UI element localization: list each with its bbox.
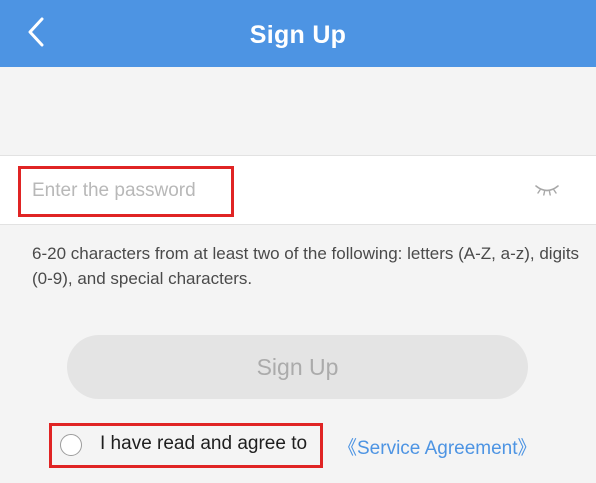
app-header: Sign Up — [0, 0, 596, 67]
sign-up-button[interactable]: Sign Up — [67, 335, 528, 399]
agreement-checkbox-wrap — [60, 434, 82, 456]
agreement-radio[interactable] — [60, 434, 82, 456]
eye-closed-icon — [534, 182, 560, 203]
service-agreement-link[interactable]: 《Service Agreement》 — [338, 433, 537, 460]
password-hint: 6-20 characters from at least two of the… — [32, 244, 580, 288]
page-title: Sign Up — [249, 21, 347, 49]
password-row — [0, 155, 596, 225]
agreement-text: I have read and agree to — [100, 433, 308, 454]
password-input[interactable] — [32, 174, 452, 208]
password-visibility-toggle[interactable] — [532, 180, 562, 204]
